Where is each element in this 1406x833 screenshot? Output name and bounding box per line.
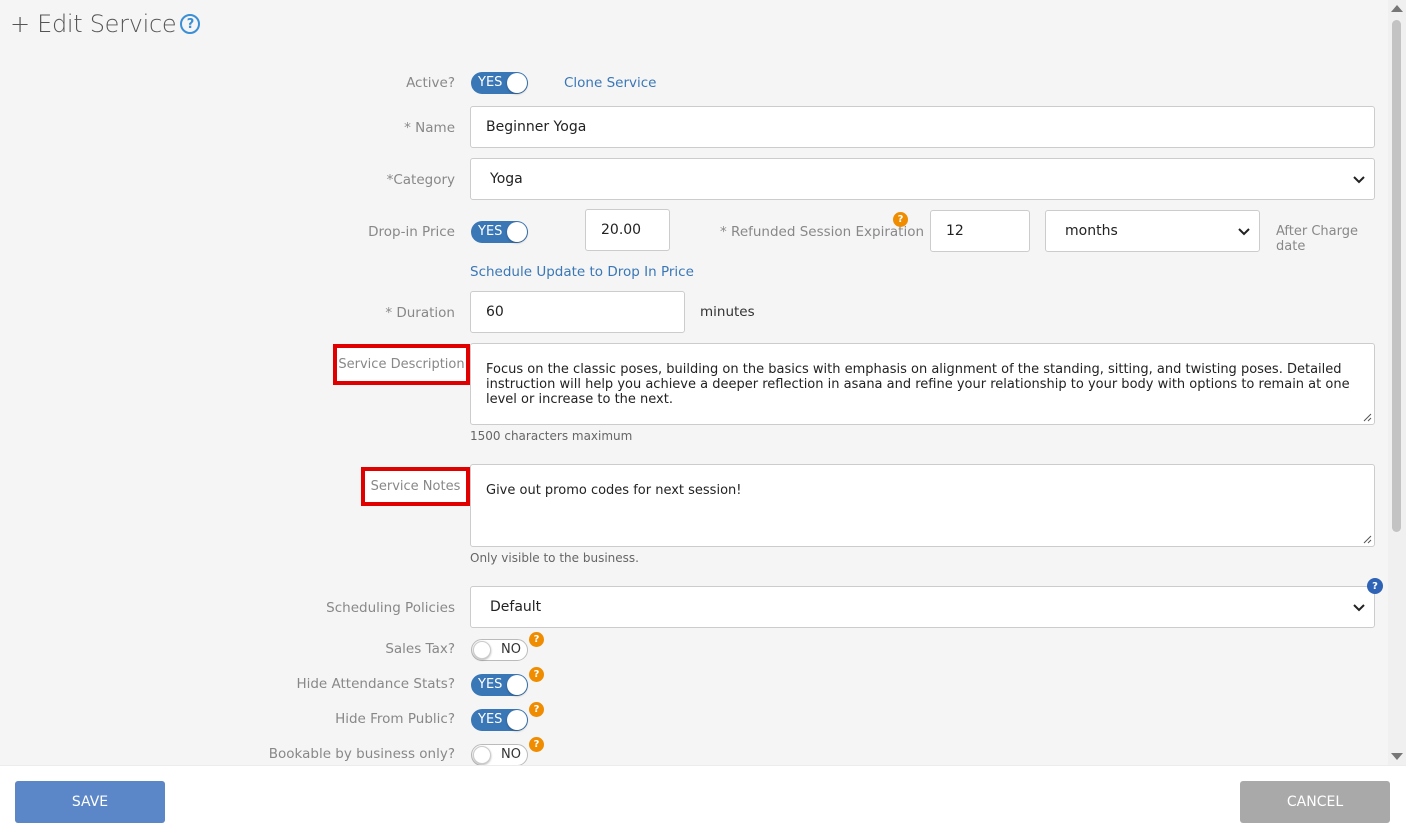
bookable-toggle-text: NO (501, 747, 521, 762)
hide-public-label: Hide From Public? (335, 711, 455, 727)
dropin-toggle[interactable]: YES (471, 221, 528, 243)
service-notes-value: Give out promo codes for next session! (486, 483, 742, 498)
sales-tax-toggle[interactable]: NO (471, 639, 528, 661)
refund-expiration-value: 12 (946, 223, 964, 239)
active-toggle[interactable]: YES (471, 72, 528, 94)
save-button[interactable]: SAVE (15, 781, 165, 823)
toggle-knob (507, 710, 527, 730)
after-charge-label: After Charge date (1276, 224, 1358, 254)
dropin-label: Drop-in Price (368, 224, 455, 240)
toggle-knob (473, 746, 491, 764)
question-badge-icon[interactable]: ? (529, 702, 544, 717)
category-value: Yoga (490, 171, 523, 187)
question-badge-icon[interactable]: ? (893, 212, 908, 227)
question-badge-icon[interactable]: ? (529, 667, 544, 682)
scroll-thumb[interactable] (1392, 20, 1401, 532)
service-notes-label-text: Service Notes (370, 479, 461, 494)
bookable-toggle[interactable]: NO (471, 744, 528, 766)
description-hint: 1500 characters maximum (470, 429, 633, 443)
refund-unit-select[interactable]: months (1045, 210, 1260, 252)
name-label: * Name (404, 120, 455, 136)
schedule-update-link[interactable]: Schedule Update to Drop In Price (470, 264, 694, 280)
resize-handle-icon[interactable] (1363, 413, 1372, 422)
footer-bar: SAVE CANCEL (0, 765, 1406, 833)
clone-service-link[interactable]: Clone Service (564, 75, 656, 91)
chevron-down-icon (1238, 228, 1250, 236)
question-badge-icon[interactable]: ? (529, 737, 544, 752)
page-title-text: + Edit Service (10, 10, 177, 38)
toggle-knob (507, 73, 527, 93)
name-value: Beginner Yoga (486, 119, 587, 135)
resize-handle-icon[interactable] (1363, 535, 1372, 544)
page-title: + Edit Service ? (10, 10, 201, 38)
duration-unit: minutes (700, 304, 755, 320)
duration-value: 60 (486, 304, 504, 320)
notes-hint: Only visible to the business. (470, 551, 639, 565)
bookable-label: Bookable by business only? (268, 746, 455, 762)
scheduling-label: Scheduling Policies (326, 600, 455, 616)
category-select[interactable]: Yoga (470, 158, 1375, 200)
cancel-button[interactable]: CANCEL (1240, 781, 1390, 823)
refund-unit-value: months (1065, 223, 1118, 239)
category-label: *Category (386, 172, 455, 188)
dropin-price-input[interactable]: 20.00 (585, 209, 670, 251)
question-badge-icon[interactable]: ? (529, 632, 544, 647)
name-input[interactable]: Beginner Yoga (470, 106, 1375, 148)
chevron-down-icon (1353, 176, 1365, 184)
vertical-scrollbar[interactable] (1388, 0, 1406, 765)
hide-public-toggle-text: YES (478, 712, 503, 727)
service-description-textarea[interactable]: Focus on the classic poses, building on … (470, 343, 1375, 425)
question-circle-icon[interactable]: ? (180, 14, 201, 34)
active-label: Active? (406, 75, 455, 91)
duration-label: * Duration (385, 305, 455, 321)
help-badge-icon[interactable]: ? (1367, 578, 1383, 594)
service-description-label-text: Service Description (338, 357, 465, 372)
duration-input[interactable]: 60 (470, 291, 685, 333)
refund-expiration-label: * Refunded Session Expiration (720, 224, 925, 240)
chevron-down-icon (1353, 604, 1365, 612)
dropin-toggle-text: YES (478, 224, 503, 239)
service-description-label: Service Description (333, 344, 470, 385)
sales-tax-toggle-text: NO (501, 642, 521, 657)
scroll-up-arrow-icon[interactable] (1391, 5, 1403, 12)
hide-stats-toggle[interactable]: YES (471, 674, 528, 696)
hide-stats-toggle-text: YES (478, 677, 503, 692)
refund-expiration-input[interactable]: 12 (930, 210, 1030, 252)
scheduling-value: Default (490, 599, 542, 615)
hide-stats-label: Hide Attendance Stats? (296, 676, 455, 692)
dropin-price-value: 20.00 (601, 222, 642, 238)
toggle-knob (507, 222, 527, 242)
sales-tax-label: Sales Tax? (385, 641, 455, 657)
active-toggle-text: YES (478, 75, 503, 90)
scheduling-select[interactable]: Default (470, 586, 1375, 628)
scroll-down-arrow-icon[interactable] (1391, 753, 1403, 760)
toggle-knob (507, 675, 527, 695)
service-description-value: Focus on the classic poses, building on … (486, 362, 1350, 407)
toggle-knob (473, 641, 491, 659)
hide-public-toggle[interactable]: YES (471, 709, 528, 731)
service-notes-label: Service Notes (361, 467, 470, 506)
service-notes-textarea[interactable]: Give out promo codes for next session! (470, 464, 1375, 547)
